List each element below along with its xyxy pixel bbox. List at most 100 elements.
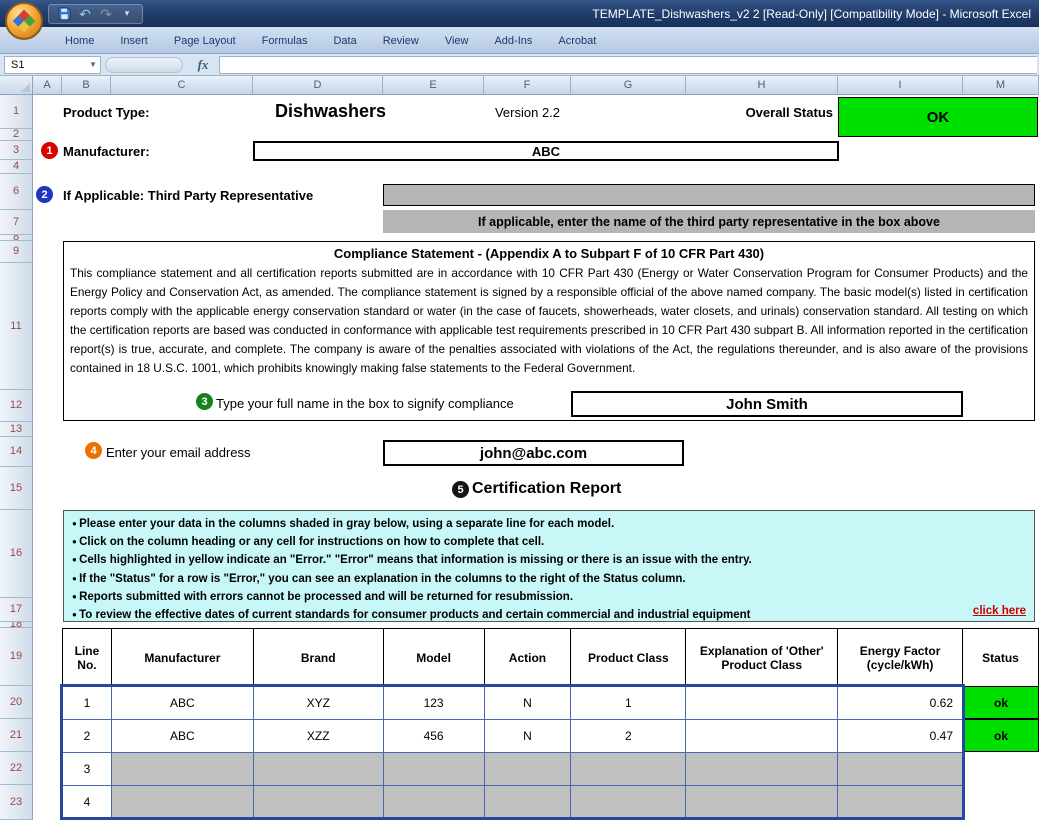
table-cell[interactable]: 3 <box>63 753 112 786</box>
office-button[interactable] <box>5 2 43 40</box>
row-header-16[interactable]: 16 <box>0 510 33 598</box>
table-header-cell[interactable]: Energy Factor (cycle/kWh) <box>838 629 963 687</box>
tab-formulas[interactable]: Formulas <box>249 29 321 53</box>
table-cell[interactable] <box>253 786 383 819</box>
table-cell[interactable]: 2 <box>63 720 112 753</box>
qat-customize-button[interactable]: ▾ <box>118 5 136 22</box>
table-header-cell[interactable]: Brand <box>253 629 383 687</box>
table-header-cell[interactable]: Product Class <box>571 629 686 687</box>
table-cell[interactable]: 123 <box>383 687 484 720</box>
table-cell[interactable] <box>383 786 484 819</box>
row-header-7[interactable]: 7 <box>0 210 33 235</box>
column-header-f[interactable]: F <box>484 76 571 94</box>
tab-view[interactable]: View <box>432 29 482 53</box>
status-cell[interactable]: ok <box>963 686 1039 719</box>
step-5-badge: 5 <box>452 481 469 498</box>
table-cell[interactable] <box>484 753 571 786</box>
row-header-19[interactable]: 19 <box>0 628 33 686</box>
name-box[interactable]: S1 ▼ <box>4 56 101 74</box>
row-header-13[interactable]: 13 <box>0 422 33 437</box>
table-header-cell[interactable]: Status <box>963 629 1039 687</box>
manufacturer-input[interactable]: ABC <box>253 141 839 161</box>
tab-insert[interactable]: Insert <box>107 29 161 53</box>
table-cell[interactable] <box>253 753 383 786</box>
table-cell[interactable] <box>838 786 963 819</box>
redo-button[interactable]: ↷ <box>97 5 115 22</box>
column-header-b[interactable]: B <box>62 76 111 94</box>
row-header-14[interactable]: 14 <box>0 437 33 467</box>
table-cell[interactable]: XYZ <box>253 687 383 720</box>
row-header-9[interactable]: 9 <box>0 241 33 263</box>
tab-acrobat[interactable]: Acrobat <box>545 29 609 53</box>
row-header-4[interactable]: 4 <box>0 160 33 174</box>
status-cell[interactable]: ok <box>963 719 1039 752</box>
table-cell[interactable]: 2 <box>571 720 686 753</box>
insert-function-button[interactable]: fx <box>187 56 219 74</box>
tab-page-layout[interactable]: Page Layout <box>161 29 249 53</box>
column-header-i[interactable]: I <box>838 76 963 94</box>
row-header-11[interactable]: 11 <box>0 263 33 390</box>
table-cell[interactable] <box>963 786 1039 819</box>
click-here-link[interactable]: click here <box>973 605 1026 617</box>
column-header-d[interactable]: D <box>253 76 383 94</box>
table-header-cell[interactable]: Model <box>383 629 484 687</box>
full-name-input[interactable]: John Smith <box>571 391 963 417</box>
tab-review[interactable]: Review <box>370 29 432 53</box>
tab-data[interactable]: Data <box>320 29 369 53</box>
overall-status-value[interactable]: OK <box>838 97 1038 137</box>
row-header-12[interactable]: 12 <box>0 390 33 422</box>
undo-button[interactable]: ↶ <box>76 5 94 22</box>
table-cell[interactable] <box>111 786 253 819</box>
table-cell[interactable] <box>571 753 686 786</box>
row-header-15[interactable]: 15 <box>0 467 33 510</box>
table-cell[interactable] <box>383 753 484 786</box>
table-header-cell[interactable]: Explanation of 'Other' Product Class <box>686 629 838 687</box>
table-cell[interactable] <box>111 753 253 786</box>
row-header-22[interactable]: 22 <box>0 752 33 785</box>
table-cell[interactable]: 0.47 <box>838 720 963 753</box>
row-header-21[interactable]: 21 <box>0 719 33 752</box>
formula-input[interactable] <box>219 56 1037 74</box>
table-cell[interactable]: 0.62 <box>838 687 963 720</box>
tab-add-ins[interactable]: Add-Ins <box>481 29 545 53</box>
table-cell[interactable] <box>484 786 571 819</box>
table-header-cell[interactable]: Action <box>484 629 571 687</box>
column-header-h[interactable]: H <box>686 76 838 94</box>
table-cell[interactable]: 1 <box>571 687 686 720</box>
table-cell[interactable] <box>571 786 686 819</box>
select-all-corner[interactable] <box>0 76 33 94</box>
table-cell[interactable]: 1 <box>63 687 112 720</box>
table-header-cell[interactable]: Line No. <box>63 629 112 687</box>
save-button[interactable] <box>55 5 73 22</box>
column-header-e[interactable]: E <box>383 76 484 94</box>
column-header-a[interactable]: A <box>33 76 62 94</box>
table-cell[interactable]: ABC <box>111 687 253 720</box>
column-header-m[interactable]: M <box>963 76 1039 94</box>
row-header-23[interactable]: 23 <box>0 785 33 820</box>
table-header-cell[interactable]: Manufacturer <box>111 629 253 687</box>
row-header-2[interactable]: 2 <box>0 129 33 141</box>
table-cell[interactable]: 4 <box>63 786 112 819</box>
row-header-3[interactable]: 3 <box>0 141 33 160</box>
table-cell[interactable]: N <box>484 720 571 753</box>
column-header-c[interactable]: C <box>111 76 253 94</box>
table-cell[interactable] <box>838 753 963 786</box>
table-cell[interactable]: ABC <box>111 720 253 753</box>
name-box-dropdown-icon[interactable]: ▼ <box>89 60 100 69</box>
table-cell[interactable] <box>686 720 838 753</box>
row-header-17[interactable]: 17 <box>0 598 33 622</box>
third-party-input[interactable] <box>383 184 1035 206</box>
email-input[interactable]: john@abc.com <box>383 440 684 466</box>
table-cell[interactable]: N <box>484 687 571 720</box>
table-cell[interactable] <box>686 687 838 720</box>
tab-home[interactable]: Home <box>52 29 107 53</box>
row-header-1[interactable]: 1 <box>0 95 33 129</box>
table-cell[interactable]: 456 <box>383 720 484 753</box>
table-cell[interactable] <box>686 786 838 819</box>
table-cell[interactable] <box>963 753 1039 786</box>
column-header-g[interactable]: G <box>571 76 686 94</box>
table-cell[interactable]: XZZ <box>253 720 383 753</box>
row-header-6[interactable]: 6 <box>0 174 33 210</box>
row-header-20[interactable]: 20 <box>0 686 33 719</box>
table-cell[interactable] <box>686 753 838 786</box>
